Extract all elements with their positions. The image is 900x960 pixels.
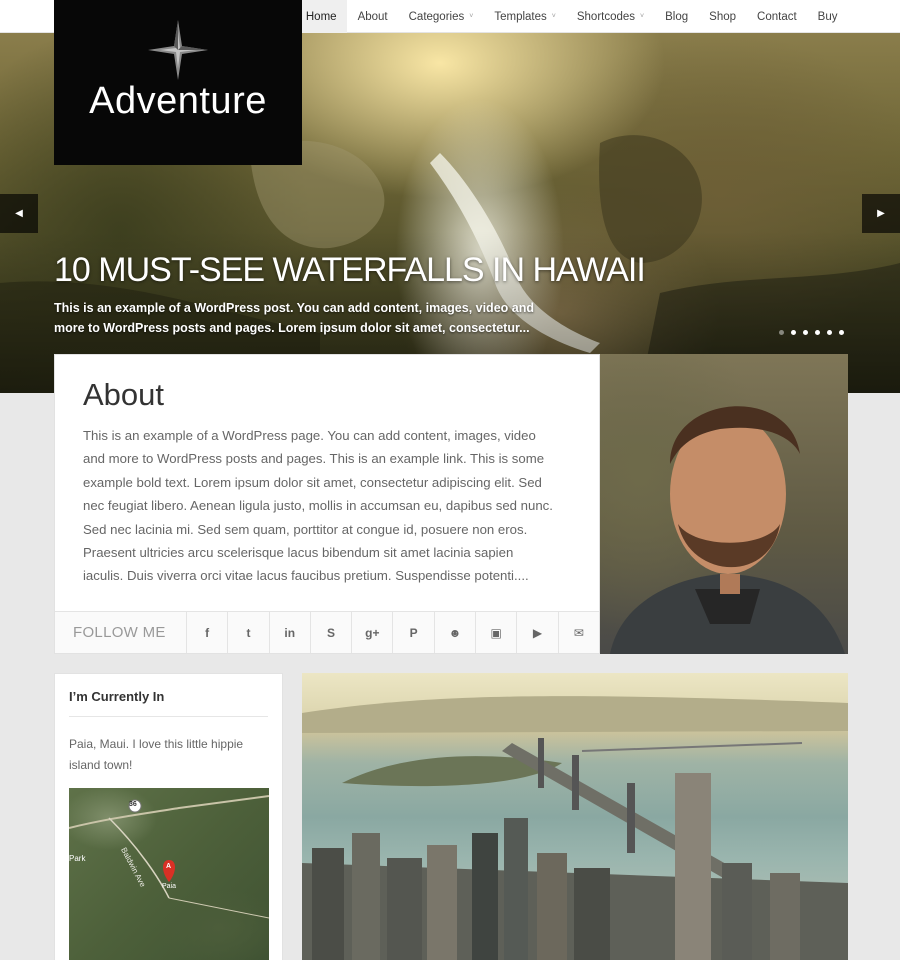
slide-excerpt: This is an example of a WordPress post. … — [54, 301, 534, 335]
bearded-man-photo — [610, 406, 845, 654]
slider-dot[interactable] — [779, 330, 784, 335]
widget-title: I’m Currently In — [69, 689, 165, 704]
twitter-button[interactable]: t — [228, 612, 270, 653]
facebook-button[interactable]: f — [187, 612, 229, 653]
nav-item-about[interactable]: About — [347, 0, 398, 33]
nav-item-label: Shortcodes — [576, 10, 636, 23]
slider-dot[interactable] — [815, 330, 820, 335]
nav-item-home[interactable]: Home — [295, 0, 348, 33]
about-text: This is an example of a WordPress page. … — [83, 428, 553, 584]
nav-item-label: About — [357, 10, 388, 23]
instagram-button[interactable]: ▣ — [476, 612, 518, 653]
pinterest-button[interactable]: P — [393, 612, 435, 653]
slider-dot[interactable] — [803, 330, 808, 335]
location-widget: I’m Currently In Paia, Maui. I love this… — [54, 673, 283, 960]
nav-item-label: Blog — [665, 10, 689, 23]
location-map[interactable]: 36 Baldwin Ave A Paia Park — [69, 788, 269, 960]
follow-me-label: FOLLOW ME — [55, 612, 187, 653]
github-icon: ☻ — [448, 625, 462, 640]
about-title: About — [83, 377, 165, 412]
chevron-down-icon: ˅ — [640, 13, 645, 20]
chevron-left-icon: ◀ — [15, 208, 23, 219]
compass-star-icon — [148, 20, 208, 80]
widget-text: Paia, Maui. I love this little hippie is… — [69, 737, 244, 772]
widget-divider — [69, 716, 268, 717]
pinterest-icon: P — [409, 625, 418, 640]
twitter-icon: t — [246, 625, 251, 640]
slider-pagination — [779, 330, 844, 335]
instagram-icon: ▣ — [490, 625, 502, 640]
github-button[interactable]: ☻ — [435, 612, 477, 653]
nav-item-shortcodes[interactable]: Shortcodes ˅ — [566, 0, 654, 33]
nav-item-categories[interactable]: Categories ˅ — [398, 0, 484, 33]
nav-item-label: Buy — [817, 10, 838, 23]
main-menu: Home About Categories ˅ Templates ˅ Shortcodes… — [295, 0, 848, 33]
linkedin-icon: in — [284, 625, 296, 640]
youtube-icon: ▶ — [532, 625, 543, 640]
city-skyline-graphic — [302, 696, 848, 960]
slider-dot[interactable] — [791, 330, 796, 335]
slide-title[interactable]: 10 MUST-SEE WATERFALLS IN HAWAII — [54, 251, 646, 290]
facebook-icon: f — [205, 625, 210, 640]
nav-item-templates[interactable]: Templates ˅ — [484, 0, 567, 33]
map-roads — [69, 795, 269, 919]
chevron-right-icon: ▶ — [877, 208, 885, 219]
route-number-label: 36 — [129, 801, 137, 808]
map-place-label: Paia — [162, 883, 177, 890]
about-card: About This is an example of a WordPress … — [54, 354, 600, 654]
logo-text: Adventure — [89, 80, 267, 122]
google-plus-button[interactable]: g+ — [352, 612, 394, 653]
skype-button[interactable]: S — [311, 612, 353, 653]
nav-item-label: Categories — [408, 10, 465, 23]
chevron-down-icon: ˅ — [469, 13, 474, 20]
nav-item-shop[interactable]: Shop — [699, 0, 747, 33]
email-button[interactable]: ✉ — [559, 612, 599, 653]
author-portrait — [600, 354, 848, 654]
nav-item-contact[interactable]: Contact — [747, 0, 808, 33]
follow-me-bar: FOLLOW ME f t in Sg+ P ☻ ▣ ▶ ✉ — [55, 611, 599, 653]
slider-dot[interactable] — [827, 330, 832, 335]
nav-item-buy[interactable]: Buy — [807, 0, 848, 33]
slider-next-button[interactable]: ▶ — [862, 194, 900, 233]
nav-item-label: Contact — [757, 10, 797, 23]
city-bridge-image[interactable] — [302, 673, 848, 960]
youtube-button[interactable]: ▶ — [517, 612, 559, 653]
nav-item-label: Home — [305, 10, 337, 23]
google-plus-icon: g+ — [365, 625, 380, 640]
skype-icon: S — [327, 625, 336, 640]
chevron-down-icon: ˅ — [551, 13, 556, 20]
slider-dot[interactable] — [839, 330, 844, 335]
nav-item-label: Templates — [494, 10, 547, 23]
linkedin-button[interactable]: in — [270, 612, 311, 653]
nav-item-label: Shop — [709, 10, 737, 23]
map-pin-letter: A — [166, 863, 172, 870]
slider-prev-button[interactable]: ◀ — [0, 194, 38, 233]
map-edge-label: Park — [69, 854, 86, 863]
site-logo[interactable]: Adventure — [54, 0, 302, 165]
nav-item-blog[interactable]: Blog — [655, 0, 699, 33]
email-icon: ✉ — [573, 625, 584, 640]
